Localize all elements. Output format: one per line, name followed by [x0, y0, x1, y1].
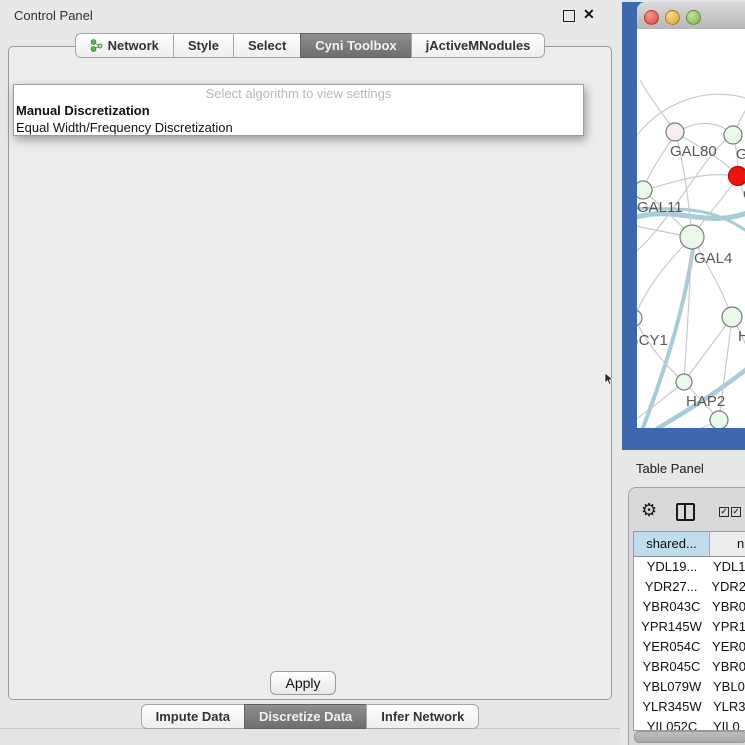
network-node-label: H — [738, 328, 745, 345]
bottom-strip — [0, 728, 620, 745]
table-row[interactable]: YDR27...YDR2 — [634, 577, 745, 597]
table-row[interactable]: YLR345WYLR3 — [634, 697, 745, 717]
control-panel: Control Panel ✕ Network Style — [0, 0, 620, 745]
close-traffic-light-icon[interactable] — [644, 10, 659, 25]
tab-discretize-data-label: Discretize Data — [259, 709, 352, 724]
network-node[interactable] — [729, 167, 745, 186]
cell-shared-name[interactable]: YDL19... — [634, 557, 710, 577]
tab-cyni-toolbox[interactable]: Cyni Toolbox — [300, 33, 411, 58]
cell-name[interactable]: YIL0 — [710, 717, 745, 731]
float-window-icon[interactable] — [563, 10, 575, 22]
network-node-label: GAL11 — [637, 199, 683, 216]
table-row[interactable]: YER054CYER0 — [634, 637, 745, 657]
cell-name[interactable]: YLR3 — [710, 697, 745, 717]
tab-style[interactable]: Style — [173, 33, 234, 58]
tab-select[interactable]: Select — [233, 33, 301, 58]
algorithm-dropdown-popup: Select algorithm to view settings Manual… — [13, 84, 584, 136]
network-node-label: GA — [736, 146, 745, 163]
tab-impute-data-label: Impute Data — [156, 709, 230, 724]
network-edge[interactable] — [640, 420, 719, 428]
cell-name[interactable]: YBR0 — [709, 597, 745, 617]
algorithm-dropdown-prompt: Select algorithm to view settings — [14, 85, 583, 102]
mouse-cursor — [604, 372, 614, 386]
algorithm-option-equal-width[interactable]: Equal Width/Frequency Discretization — [14, 119, 583, 136]
tab-style-label: Style — [188, 38, 219, 53]
tab-infer-network[interactable]: Infer Network — [366, 704, 479, 729]
node-table-rows: YDL19...YDL1YDR27...YDR2YBR043CYBR0YPR14… — [634, 557, 745, 731]
cell-name[interactable]: YBR0 — [709, 657, 745, 677]
table-row[interactable]: YBR045CYBR0 — [634, 657, 745, 677]
network-canvas[interactable]: GAL80GACGAL11GAL4GCY1HHAP2 — [637, 29, 745, 428]
network-window-titlebar[interactable] — [637, 2, 745, 30]
tab-cyni-toolbox-label: Cyni Toolbox — [315, 38, 396, 53]
table-panel-title: Table Panel — [636, 461, 704, 476]
table-row[interactable]: YBL079WYBL0 — [634, 677, 745, 697]
table-row[interactable]: YPR145WYPR1 — [634, 617, 745, 637]
network-edge[interactable] — [643, 175, 738, 190]
table-horizontal-scrollbar[interactable] — [634, 731, 745, 743]
cell-shared-name[interactable]: YBL079W — [634, 677, 710, 697]
tab-discretize-data[interactable]: Discretize Data — [244, 704, 367, 729]
tab-select-label: Select — [248, 38, 286, 53]
network-node-label: GAL4 — [694, 250, 732, 267]
zoom-traffic-light-icon[interactable] — [686, 10, 701, 25]
network-node[interactable] — [724, 126, 742, 144]
cell-shared-name[interactable]: YER054C — [634, 637, 709, 657]
tab-jactivemnodules-label: jActiveMNodules — [426, 38, 531, 53]
network-edge[interactable] — [692, 237, 732, 317]
network-icon — [90, 39, 103, 52]
table-row[interactable]: YIL052CYIL0 — [634, 717, 745, 731]
network-node[interactable] — [637, 310, 642, 326]
cell-shared-name[interactable]: YDR27... — [634, 577, 708, 597]
network-edge[interactable] — [643, 133, 676, 190]
network-node-label: GAL80 — [670, 143, 717, 160]
cell-name[interactable]: YDR2 — [708, 577, 745, 597]
cyni-toolbox-panel — [8, 46, 612, 700]
checkbox-icon[interactable]: ✓ — [719, 507, 729, 517]
network-node[interactable] — [680, 225, 704, 249]
cell-shared-name[interactable]: YIL052C — [634, 717, 710, 731]
table-row[interactable]: YBR043CYBR0 — [634, 597, 745, 617]
network-node[interactable] — [637, 181, 652, 199]
node-table: shared... n YDL19...YDL1YDR27...YDR2YBR0… — [633, 531, 745, 731]
checkbox-icon[interactable]: ✓ — [731, 507, 741, 517]
network-node[interactable] — [676, 374, 692, 390]
apply-button[interactable]: Apply — [270, 671, 336, 695]
tab-network-label: Network — [108, 38, 159, 53]
screen: Control Panel ✕ Network Style — [0, 0, 745, 745]
cell-shared-name[interactable]: YLR345W — [634, 697, 710, 717]
tab-jactivemnodules[interactable]: jActiveMNodules — [411, 33, 546, 58]
algorithm-option-manual[interactable]: Manual Discretization — [14, 102, 583, 119]
network-edge[interactable] — [684, 237, 692, 382]
gear-icon[interactable]: ⚙ — [641, 501, 657, 519]
split-columns-icon[interactable] — [676, 503, 695, 521]
cell-shared-name[interactable]: YBR045C — [634, 657, 709, 677]
tab-network[interactable]: Network — [75, 33, 174, 58]
table-row[interactable]: YDL19...YDL1 — [634, 557, 745, 577]
control-panel-title: Control Panel — [14, 8, 93, 23]
network-graph: GAL80GACGAL11GAL4GCY1HHAP2 — [637, 29, 745, 428]
cell-name[interactable]: YDL1 — [710, 557, 745, 577]
control-panel-titlebar: Control Panel ✕ — [0, 0, 620, 30]
cell-name[interactable]: YPR1 — [709, 617, 745, 637]
network-node-label: GCY1 — [637, 332, 668, 349]
cell-shared-name[interactable]: YPR145W — [634, 617, 709, 637]
node-table-header: shared... n — [634, 532, 745, 557]
control-panel-tabs: Network Style Select Cyni Toolbox jActiv… — [0, 33, 620, 58]
column-header-name[interactable]: n — [710, 532, 745, 556]
tab-infer-network-label: Infer Network — [381, 709, 464, 724]
cell-shared-name[interactable]: YBR043C — [634, 597, 709, 617]
close-icon[interactable]: ✕ — [583, 6, 595, 23]
column-header-shared-name[interactable]: shared... — [634, 532, 710, 556]
cell-name[interactable]: YER0 — [709, 637, 745, 657]
cyni-mode-tabs: Impute Data Discretize Data Infer Networ… — [0, 704, 620, 729]
network-node[interactable] — [666, 123, 684, 141]
network-node[interactable] — [710, 411, 728, 428]
minimize-traffic-light-icon[interactable] — [665, 10, 680, 25]
tab-impute-data[interactable]: Impute Data — [141, 704, 245, 729]
network-node-label: HAP2 — [686, 393, 725, 410]
network-node[interactable] — [722, 307, 742, 327]
cell-name[interactable]: YBL0 — [710, 677, 745, 697]
